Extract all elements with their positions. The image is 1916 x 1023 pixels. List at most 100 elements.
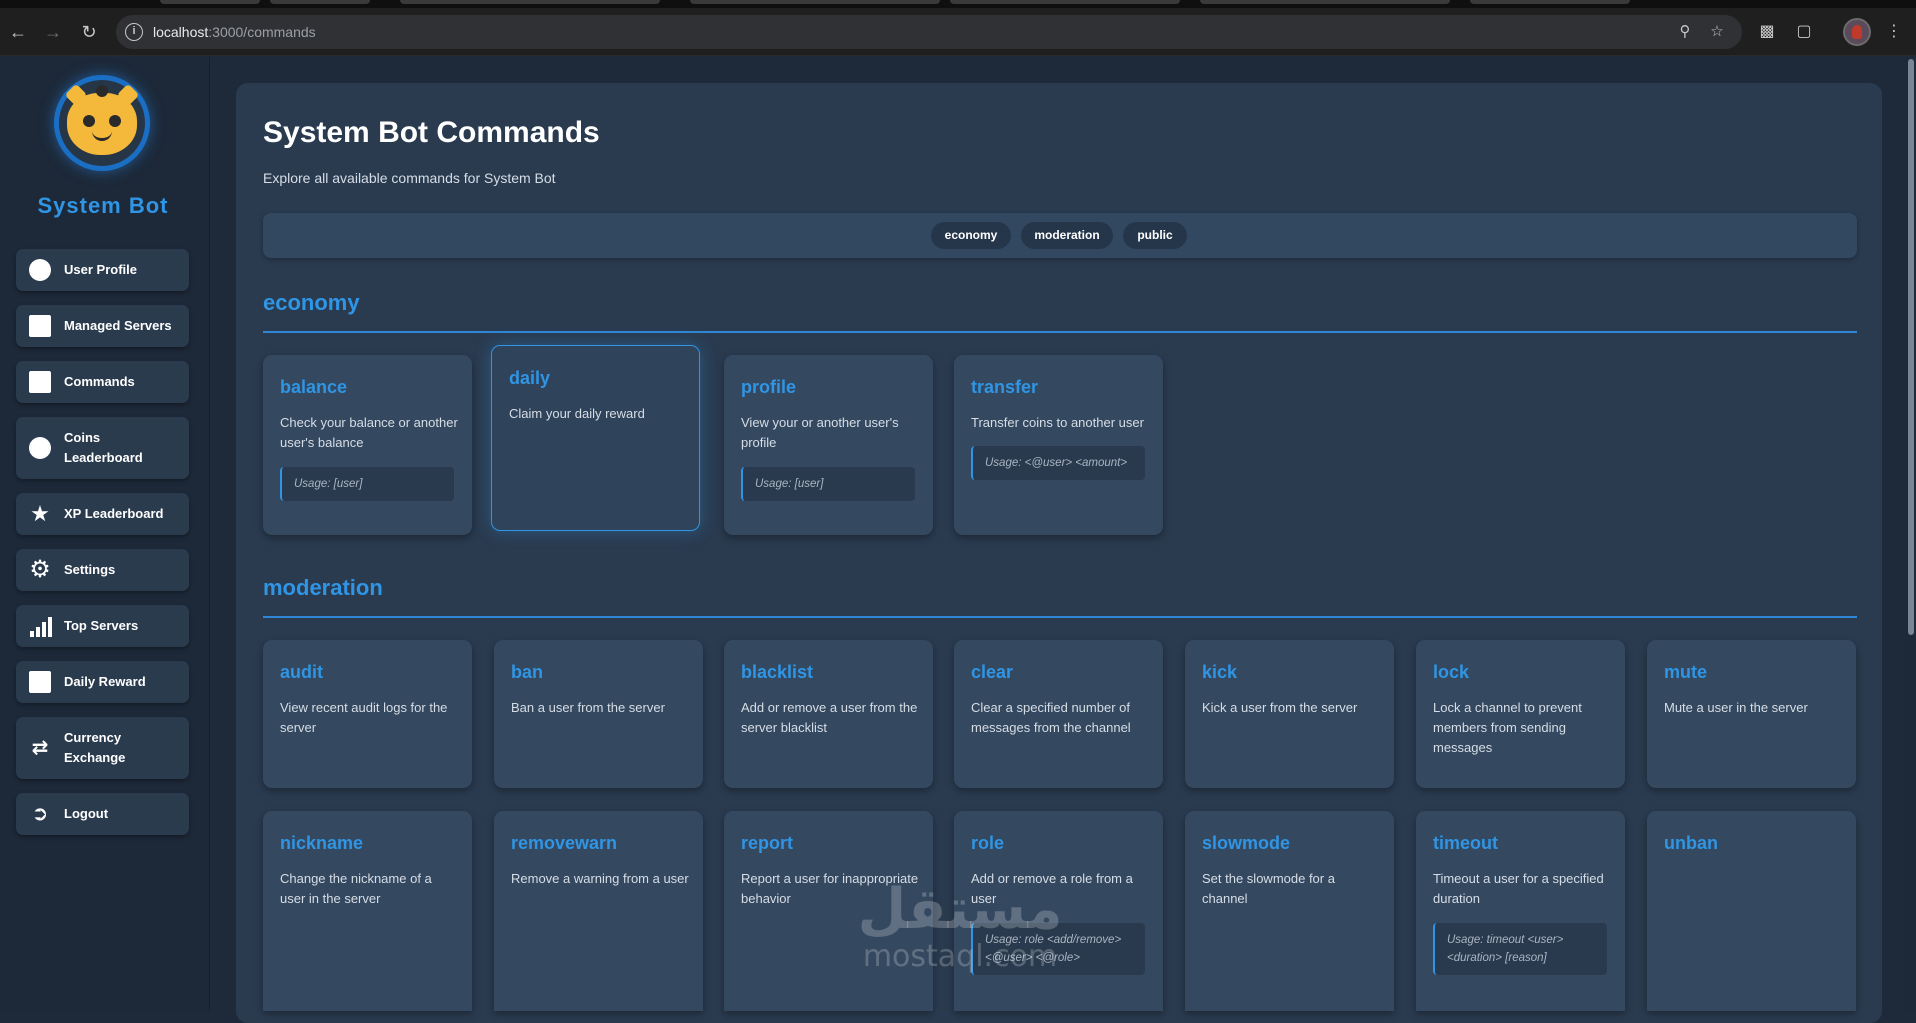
command-card-balance[interactable]: balance Check your balance or another us… <box>263 355 472 535</box>
command-card-daily[interactable]: daily Claim your daily reward <box>491 345 700 531</box>
address-bar[interactable]: i localhost:3000/commands ⚲ ☆ <box>116 15 1742 49</box>
reload-icon[interactable]: ↻ <box>77 20 101 44</box>
command-name: timeout <box>1433 833 1498 853</box>
gear-icon: ⚙ <box>29 556 51 583</box>
extensions-icon[interactable]: ▢ <box>1794 22 1814 42</box>
browser-tab-strip <box>0 0 1916 8</box>
command-name: daily <box>509 368 551 388</box>
command-name: slowmode <box>1202 833 1291 853</box>
watermark: مستقل mostaql.com <box>840 880 1080 974</box>
sidebar-item-label: Currency Exchange <box>64 730 126 765</box>
command-name: audit <box>280 662 323 682</box>
sidebar-item-label: Logout <box>64 806 109 821</box>
sidebar-item-managed-servers[interactable]: Managed Servers <box>16 305 189 347</box>
command-card-blacklist[interactable]: blacklist Add or remove a user from the … <box>724 640 933 788</box>
filter-chip-moderation[interactable]: moderation <box>1021 222 1113 249</box>
command-name: unban <box>1664 833 1718 853</box>
command-description: Add or remove a user from the server bla… <box>741 700 918 735</box>
url-text: localhost:3000/commands <box>153 24 316 40</box>
back-icon[interactable]: ← <box>6 20 30 44</box>
command-name: nickname <box>280 833 364 853</box>
scrollbar-thumb[interactable] <box>1908 59 1914 635</box>
command-card-profile[interactable]: profile View your or another user's prof… <box>724 355 933 535</box>
command-description: View your or another user's profile <box>741 415 899 450</box>
command-name: role <box>971 833 1005 853</box>
command-description: Change the nickname of a user in the ser… <box>280 871 432 906</box>
command-name: clear <box>971 662 1014 682</box>
sidebar-item-label: XP Leaderboard <box>64 506 164 521</box>
command-description: Ban a user from the server <box>511 700 665 715</box>
filter-chip-public[interactable]: public <box>1123 222 1187 249</box>
coins-icon <box>29 437 51 459</box>
section-heading-moderation: moderation <box>263 575 383 600</box>
sidebar-item-user-profile[interactable]: User Profile <box>16 249 189 291</box>
command-description: Timeout a user for a specified duration <box>1433 871 1604 906</box>
sidebar-item-coins-leaderboard[interactable]: Coins Leaderboard <box>16 417 189 479</box>
command-description: Kick a user from the server <box>1202 700 1358 715</box>
sidebar-item-label: Daily Reward <box>64 674 146 689</box>
section-heading-economy: economy <box>263 290 360 315</box>
sidebar-item-commands[interactable]: Commands <box>16 361 189 403</box>
command-name: transfer <box>971 377 1039 397</box>
command-name: blacklist <box>741 662 814 682</box>
section-divider <box>263 331 1857 333</box>
command-description: View recent audit logs for the server <box>280 700 448 735</box>
command-name: profile <box>741 377 797 397</box>
zoom-icon[interactable]: ⚲ <box>1676 23 1694 41</box>
command-card-slowmode[interactable]: slowmode Set the slowmode for a channel <box>1185 811 1394 1011</box>
command-card-nickname[interactable]: nickname Change the nickname of a user i… <box>263 811 472 1011</box>
logout-icon: ➲ <box>31 803 49 825</box>
sidebar-item-xp-leaderboard[interactable]: ★ XP Leaderboard <box>16 493 189 535</box>
command-card-clear[interactable]: clear Clear a specified number of messag… <box>954 640 1163 788</box>
forward-icon[interactable]: → <box>41 20 65 44</box>
browser-menu-icon[interactable]: ⋮ <box>1884 22 1904 42</box>
server-icon <box>29 315 51 337</box>
sidebar-item-currency-exchange[interactable]: ⇄ Currency Exchange <box>16 717 189 779</box>
command-description: Transfer coins to another user <box>971 415 1144 430</box>
sidebar-item-label: Managed Servers <box>64 318 172 333</box>
command-description: Remove a warning from a user <box>511 871 689 886</box>
sidebar-item-daily-reward[interactable]: Daily Reward <box>16 661 189 703</box>
chart-icon <box>29 615 52 637</box>
sidebar-item-label: Top Servers <box>64 618 139 633</box>
command-description: Claim your daily reward <box>509 406 645 421</box>
section-divider <box>263 616 1857 618</box>
user-icon <box>29 259 51 281</box>
page-title: System Bot Commands <box>263 116 600 149</box>
page-scrollbar[interactable] <box>1905 57 1916 1011</box>
browser-profile-avatar[interactable] <box>1843 18 1871 46</box>
filter-chip-economy[interactable]: economy <box>931 222 1011 249</box>
command-name: removewarn <box>511 833 618 853</box>
command-description: Set the slowmode for a channel <box>1202 871 1335 906</box>
qr-code-icon[interactable]: ▩ <box>1757 22 1777 42</box>
command-card-removewarn[interactable]: removewarn Remove a warning from a user <box>494 811 703 1011</box>
command-description: Clear a specified number of messages fro… <box>971 700 1131 735</box>
sidebar-item-logout[interactable]: ➲ Logout <box>16 793 189 835</box>
category-filter-bar: economy moderation public <box>263 213 1857 258</box>
watermark-arabic: مستقل <box>857 877 1063 942</box>
browser-toolbar: ← → ↻ i localhost:3000/commands ⚲ ☆ ▩ ▢ … <box>0 8 1916 56</box>
command-card-ban[interactable]: ban Ban a user from the server <box>494 640 703 788</box>
command-card-kick[interactable]: kick Kick a user from the server <box>1185 640 1394 788</box>
command-description: Mute a user in the server <box>1664 700 1808 715</box>
command-name: mute <box>1664 662 1708 682</box>
command-card-timeout[interactable]: timeout Timeout a user for a specified d… <box>1416 811 1625 1011</box>
command-card-mute[interactable]: mute Mute a user in the server <box>1647 640 1856 788</box>
command-card-unban[interactable]: unban <box>1647 811 1856 1011</box>
gift-icon <box>29 671 51 693</box>
command-name: ban <box>511 662 544 682</box>
watermark-latin: mostaql.com <box>862 939 1058 974</box>
bookmark-star-icon[interactable]: ☆ <box>1708 23 1726 41</box>
exchange-icon: ⇄ <box>31 737 49 759</box>
command-description: Check your balance or another user's bal… <box>280 415 458 450</box>
sidebar-item-top-servers[interactable]: Top Servers <box>16 605 189 647</box>
sidebar-item-settings[interactable]: ⚙ Settings <box>16 549 189 591</box>
command-card-lock[interactable]: lock Lock a channel to prevent members f… <box>1416 640 1625 788</box>
site-info-icon[interactable]: i <box>125 23 143 41</box>
sidebar-item-label: Settings <box>64 562 116 577</box>
star-icon: ★ <box>30 501 50 526</box>
command-card-audit[interactable]: audit View recent audit logs for the ser… <box>263 640 472 788</box>
command-name: balance <box>280 377 348 397</box>
command-card-transfer[interactable]: transfer Transfer coins to another user … <box>954 355 1163 535</box>
command-usage: Usage: [user] <box>741 467 915 501</box>
